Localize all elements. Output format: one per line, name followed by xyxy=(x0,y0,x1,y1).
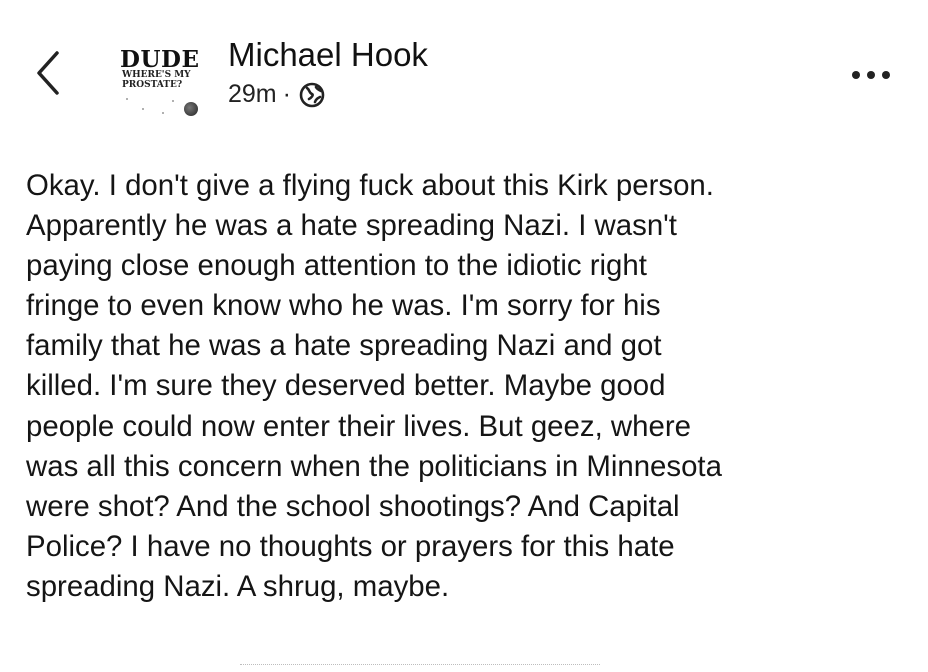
post-text-line: Okay. I don't give a flying fuck about t… xyxy=(26,169,714,202)
post-text-line: were shot? And the school shootings? And… xyxy=(26,489,680,523)
post-text-line: people could now enter their lives. But … xyxy=(26,409,691,443)
post-text-line: spreading Nazi. A shrug, maybe. xyxy=(26,569,450,603)
back-button[interactable] xyxy=(28,44,68,102)
globe-icon[interactable] xyxy=(299,82,325,108)
chevron-left-icon xyxy=(37,51,59,95)
post-text-line: fringe to even know who he was. I'm sorr… xyxy=(26,289,661,323)
divider xyxy=(240,664,600,666)
author-name[interactable]: Michael Hook xyxy=(228,36,428,74)
meta-separator: · xyxy=(282,80,291,108)
avatar-logo-dot xyxy=(184,102,198,116)
more-options-button[interactable] xyxy=(846,60,896,90)
post-text-line: killed. I'm sure they deserved better. M… xyxy=(26,369,666,403)
avatar-logo-subtext: WHERE'S MY PROSTATE? xyxy=(122,70,191,90)
post-timestamp[interactable]: 29m xyxy=(228,80,277,109)
avatar-logo-text: DUDE xyxy=(120,46,200,73)
post-text-line: family that he was a hate spreading Nazi… xyxy=(26,329,662,363)
post-text-line: Police? I have no thoughts or prayers fo… xyxy=(26,529,675,563)
post-text-line: Apparently he was a hate spreading Nazi.… xyxy=(26,209,677,243)
avatar-speck xyxy=(142,108,144,110)
post-meta: 29m · xyxy=(228,80,325,109)
avatar[interactable]: DUDE WHERE'S MY PROSTATE? xyxy=(112,36,204,122)
more-horizontal-icon xyxy=(852,71,890,79)
avatar-speck xyxy=(162,112,164,114)
post-text-line: paying close enough attention to the idi… xyxy=(26,249,647,283)
avatar-speck xyxy=(126,98,128,100)
avatar-speck xyxy=(172,100,174,102)
post-body: Okay. I don't give a flying fuck about t… xyxy=(26,166,916,607)
post-text-line: was all this concern when the politician… xyxy=(26,449,722,483)
